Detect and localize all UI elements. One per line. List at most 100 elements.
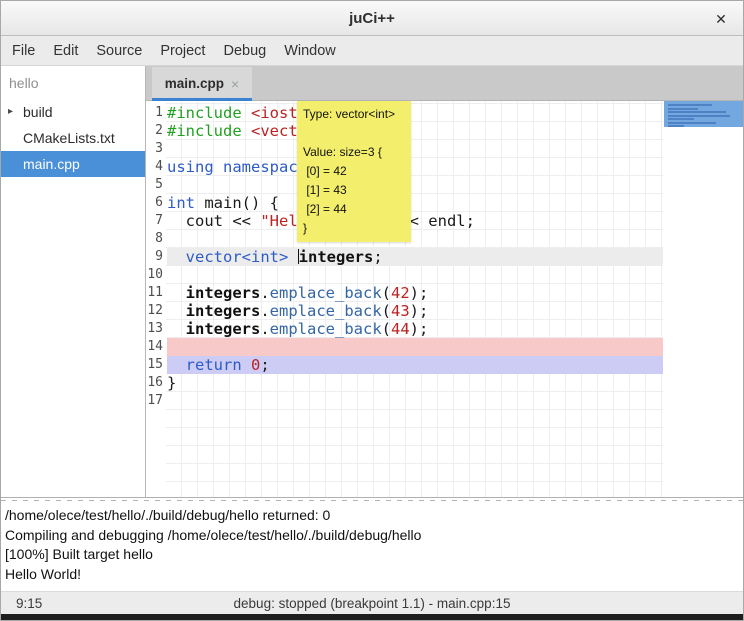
code-token: #include bbox=[167, 122, 251, 140]
code-token: return bbox=[186, 356, 242, 374]
text-area[interactable]: #include <iostream>#include <vector> usin… bbox=[166, 101, 663, 497]
menu-item-project[interactable]: Project bbox=[151, 38, 214, 64]
code-editor[interactable]: 1234567891011121314151617 #include <iost… bbox=[146, 101, 743, 497]
line-number[interactable]: 2 bbox=[146, 122, 166, 140]
code-line[interactable]: #include <vector> bbox=[167, 122, 663, 140]
code-line[interactable] bbox=[167, 392, 663, 410]
code-token: integers bbox=[299, 248, 374, 266]
code-token bbox=[167, 248, 186, 266]
code-token bbox=[167, 302, 186, 320]
tooltip-line: Type: vector<int> bbox=[303, 105, 405, 124]
code-token: } bbox=[167, 374, 176, 392]
app-window: juCi++ ✕ FileEditSourceProjectDebugWindo… bbox=[0, 0, 744, 621]
menu-item-window[interactable]: Window bbox=[275, 38, 345, 64]
code-line[interactable]: #include <iostream> bbox=[167, 104, 663, 122]
main-row: hello ▸buildCMakeLists.txtmain.cpp main.… bbox=[1, 66, 743, 498]
terminal-line: Compiling and debugging /home/olece/test… bbox=[5, 526, 743, 546]
close-icon[interactable]: × bbox=[231, 76, 239, 92]
file-tree-items: ▸ build CMakeLists.txtmain.cpp bbox=[1, 99, 145, 177]
minimap-code-line bbox=[668, 118, 694, 120]
code-line[interactable]: } bbox=[167, 374, 663, 392]
code-token: emplace_back bbox=[270, 284, 382, 302]
code-line[interactable] bbox=[167, 176, 663, 194]
window-close-icon[interactable]: ✕ bbox=[711, 9, 731, 29]
code-token: cout << bbox=[167, 212, 260, 230]
minimap-code-line bbox=[668, 122, 716, 124]
code-line[interactable]: integers.emplace_back(43); bbox=[167, 302, 663, 320]
tooltip-line: [0] = 42 bbox=[303, 162, 405, 181]
menu-bar: FileEditSourceProjectDebugWindow bbox=[1, 36, 743, 66]
minimap[interactable] bbox=[663, 101, 743, 497]
code-token: 43 bbox=[391, 302, 410, 320]
code-token: ); bbox=[410, 302, 429, 320]
line-number[interactable]: 12 bbox=[146, 302, 166, 320]
line-number[interactable]: 3 bbox=[146, 140, 166, 158]
sidebar-item-label: build bbox=[23, 104, 53, 120]
menu-item-debug[interactable]: Debug bbox=[214, 38, 275, 64]
code-token bbox=[167, 320, 186, 338]
minimap-slider[interactable] bbox=[664, 101, 743, 127]
sidebar-item-cmakelists-txt[interactable]: CMakeLists.txt bbox=[1, 125, 145, 151]
code-line[interactable]: integers.emplace_back(44); bbox=[167, 320, 663, 338]
editor-region: main.cpp× 1234567891011121314151617 #inc… bbox=[146, 66, 743, 497]
gutter[interactable]: 1234567891011121314151617 bbox=[146, 101, 166, 497]
code-token: emplace_back bbox=[270, 302, 382, 320]
window-title: juCi++ bbox=[349, 10, 395, 27]
title-bar: juCi++ ✕ bbox=[1, 1, 743, 36]
line-number[interactable]: 11 bbox=[146, 284, 166, 302]
code-line[interactable]: using namespace std; bbox=[167, 158, 663, 176]
code-token: 42 bbox=[391, 284, 410, 302]
code-token bbox=[167, 284, 186, 302]
line-number[interactable]: 13 bbox=[146, 320, 166, 338]
code-line[interactable] bbox=[167, 338, 663, 356]
code-line[interactable]: int main() { bbox=[167, 194, 663, 212]
line-number[interactable]: 10 bbox=[146, 266, 166, 284]
status-time: 9:15 bbox=[16, 596, 42, 611]
code-line[interactable] bbox=[167, 140, 663, 158]
code-token: . bbox=[260, 302, 269, 320]
code-token: integers bbox=[186, 320, 261, 338]
menu-item-edit[interactable]: Edit bbox=[44, 38, 87, 64]
sidebar-item-main-cpp[interactable]: main.cpp bbox=[1, 151, 145, 177]
code-token: ; bbox=[373, 248, 382, 266]
line-number[interactable]: 16 bbox=[146, 374, 166, 392]
line-number[interactable]: 14 bbox=[146, 338, 166, 356]
code-token bbox=[214, 158, 223, 176]
terminal-output[interactable]: /home/olece/test/hello/./build/debug/hel… bbox=[1, 503, 743, 591]
tab-main-cpp[interactable]: main.cpp× bbox=[152, 67, 252, 100]
menu-item-source[interactable]: Source bbox=[87, 38, 151, 64]
file-tree[interactable]: hello ▸buildCMakeLists.txtmain.cpp bbox=[1, 66, 146, 497]
code-line[interactable] bbox=[167, 266, 663, 284]
minimap-code-line bbox=[668, 111, 726, 113]
code-token bbox=[288, 248, 297, 266]
line-number[interactable]: 15 bbox=[146, 356, 166, 374]
expander-icon[interactable]: ▸ bbox=[8, 99, 13, 125]
code-token: . bbox=[260, 284, 269, 302]
editor-tabs: main.cpp× bbox=[146, 66, 743, 101]
line-number[interactable]: 17 bbox=[146, 392, 166, 410]
line-number[interactable]: 4 bbox=[146, 158, 166, 176]
code-token: ); bbox=[410, 284, 429, 302]
code-line[interactable]: vector<int> integers; bbox=[167, 248, 663, 266]
tooltip-line: [1] = 43 bbox=[303, 181, 405, 200]
line-number[interactable]: 6 bbox=[146, 194, 166, 212]
line-number[interactable]: 8 bbox=[146, 230, 166, 248]
code-line[interactable]: cout << "Hello World!" << endl; bbox=[167, 212, 663, 230]
tooltip-line bbox=[303, 124, 405, 143]
line-number[interactable]: 9 bbox=[146, 248, 166, 266]
code-line[interactable] bbox=[167, 230, 663, 248]
menu-item-file[interactable]: File bbox=[3, 38, 44, 64]
line-number[interactable]: 7 bbox=[146, 212, 166, 230]
code-line[interactable]: return 0; bbox=[167, 356, 663, 374]
code-token bbox=[167, 356, 186, 374]
line-number[interactable]: 1 bbox=[146, 104, 166, 122]
code-token: ( bbox=[382, 302, 391, 320]
sidebar-item-build[interactable]: ▸ build bbox=[1, 99, 145, 125]
splitter-dashes bbox=[1, 500, 743, 501]
terminal-line: /home/olece/test/hello/./build/debug/hel… bbox=[5, 506, 743, 526]
code-token bbox=[242, 356, 251, 374]
line-number[interactable]: 5 bbox=[146, 176, 166, 194]
minimap-code-line bbox=[668, 104, 712, 106]
code-line[interactable]: integers.emplace_back(42); bbox=[167, 284, 663, 302]
bottom-edge bbox=[1, 614, 743, 621]
